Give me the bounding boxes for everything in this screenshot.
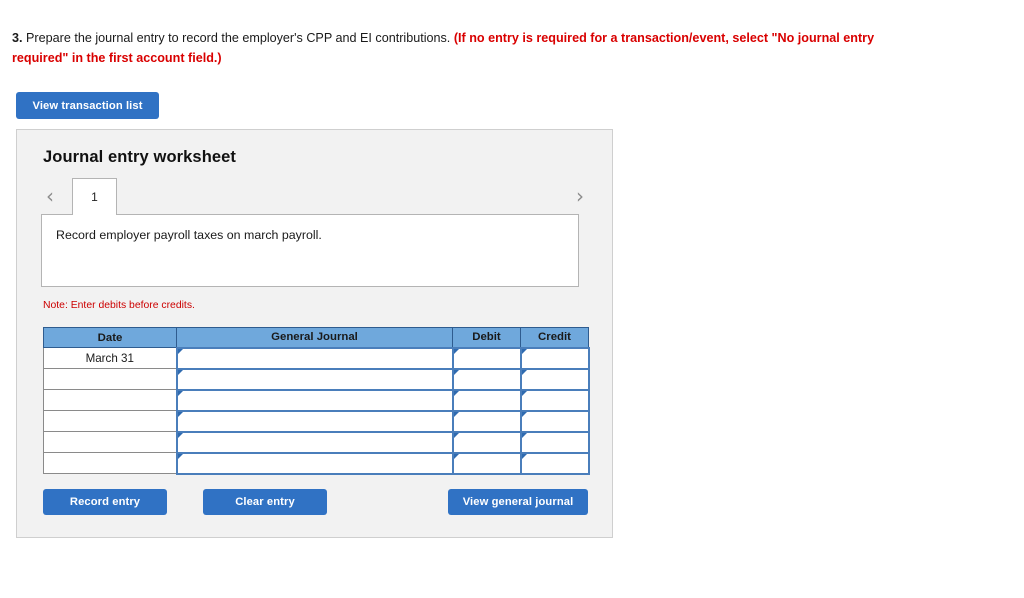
record-entry-button[interactable]: Record entry (43, 489, 167, 515)
clear-entry-button[interactable]: Clear entry (203, 489, 327, 515)
date-cell (43, 452, 177, 474)
transaction-description: Record employer payroll taxes on march p… (41, 214, 579, 287)
table-row (43, 388, 590, 412)
view-general-journal-button[interactable]: View general journal (448, 489, 588, 515)
table-row (43, 409, 590, 433)
debit-input[interactable] (451, 367, 522, 391)
general-journal-input[interactable] (175, 346, 454, 370)
debit-input[interactable] (451, 451, 522, 475)
credit-input[interactable] (519, 451, 590, 475)
credit-input[interactable] (519, 388, 590, 412)
general-journal-input[interactable] (175, 430, 454, 454)
table-row: March 31 (43, 346, 590, 370)
general-journal-input[interactable] (175, 409, 454, 433)
journal-entry-worksheet-panel: Journal entry worksheet ‹ 1 › Record emp… (16, 129, 613, 538)
debit-input[interactable] (451, 409, 522, 433)
column-header-general-journal: General Journal (176, 327, 453, 348)
chevron-left-icon[interactable]: ‹ (39, 184, 61, 208)
chevron-right-icon[interactable]: › (569, 184, 591, 208)
debit-input[interactable] (451, 430, 522, 454)
question-statement: 3. Prepare the journal entry to record t… (12, 29, 892, 68)
table-row (43, 451, 590, 475)
panel-title: Journal entry worksheet (43, 148, 237, 166)
date-cell (43, 368, 177, 390)
date-cell (43, 431, 177, 453)
general-journal-input[interactable] (175, 451, 454, 475)
view-transaction-list-button[interactable]: View transaction list (16, 92, 159, 119)
question-text: Prepare the journal entry to record the … (26, 31, 451, 45)
worksheet-tab-1[interactable]: 1 (72, 178, 117, 215)
date-cell (43, 410, 177, 432)
credit-input[interactable] (519, 409, 590, 433)
table-header-row: Date General Journal Debit Credit (43, 327, 589, 348)
debits-before-credits-note: Note: Enter debits before credits. (43, 300, 195, 311)
question-number: 3. (12, 31, 23, 45)
column-header-debit: Debit (452, 327, 521, 348)
worksheet-tabstrip: ‹ 1 › (39, 178, 591, 215)
column-header-credit: Credit (520, 327, 589, 348)
credit-input[interactable] (519, 430, 590, 454)
credit-input[interactable] (519, 346, 590, 370)
date-cell: March 31 (43, 347, 177, 369)
credit-input[interactable] (519, 367, 590, 391)
debit-input[interactable] (451, 388, 522, 412)
debit-input[interactable] (451, 346, 522, 370)
table-row (43, 430, 590, 454)
table-row (43, 367, 590, 391)
date-cell (43, 389, 177, 411)
journal-entry-table: Date General Journal Debit Credit March … (43, 327, 590, 475)
column-header-date: Date (43, 327, 177, 348)
general-journal-input[interactable] (175, 388, 454, 412)
general-journal-input[interactable] (175, 367, 454, 391)
